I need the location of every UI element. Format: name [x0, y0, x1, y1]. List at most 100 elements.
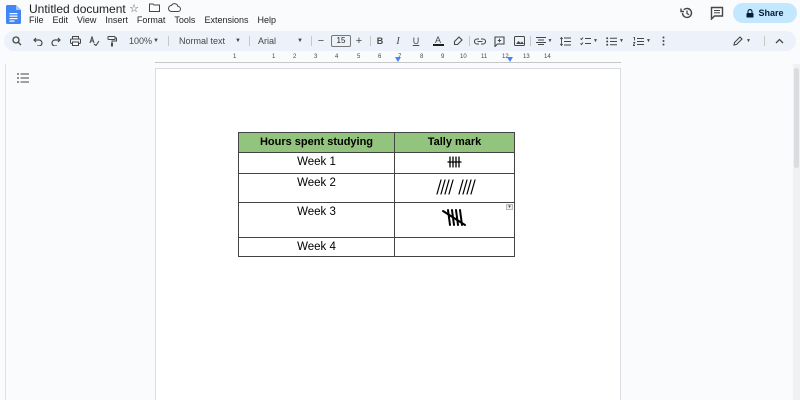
chevron-down-icon: ▼ [593, 38, 598, 44]
bulleted-list-icon [606, 36, 618, 46]
toolbar-divider [530, 36, 531, 46]
menu-help[interactable]: Help [257, 15, 276, 25]
text-color-swatch [433, 44, 444, 46]
table-row: Week 2 [238, 173, 515, 203]
chevron-down-icon: ▼ [153, 38, 159, 44]
font-size-input[interactable]: 15 [331, 35, 351, 47]
undo-icon[interactable] [31, 31, 45, 51]
title-actions: ☆ [127, 2, 181, 16]
ruler-baseline [155, 62, 621, 63]
week-cell[interactable]: Week 1 [238, 152, 395, 174]
align-select[interactable]: ▼ [534, 31, 554, 51]
hide-menus-icon[interactable] [772, 31, 786, 51]
chevron-down-icon: ▼ [619, 38, 624, 44]
pencil-icon [733, 36, 743, 46]
title-bar: Untitled document ☆ File Edit View Inser… [0, 0, 800, 30]
cell-options-icon[interactable]: ▾ [506, 204, 513, 210]
toolbar-divider [249, 36, 250, 46]
tally-cell[interactable] [394, 152, 515, 174]
checklist-select[interactable]: ▼ [578, 31, 600, 51]
table-header-tally[interactable]: Tally mark [394, 132, 515, 153]
chevron-down-icon: ▼ [746, 38, 751, 44]
text-color-button[interactable]: A [431, 31, 445, 51]
print-icon[interactable] [68, 31, 82, 51]
align-center-icon [535, 37, 546, 45]
chevron-down-icon: ▼ [547, 38, 553, 44]
chevron-down-icon: ▼ [646, 38, 651, 44]
vertical-scrollbar[interactable] [793, 64, 800, 400]
chevron-down-icon: ▼ [297, 38, 303, 44]
table-row: Week 1 [238, 152, 515, 174]
menu-tools[interactable]: Tools [174, 15, 195, 25]
menu-format[interactable]: Format [137, 15, 166, 25]
ruler-number: 11 [481, 54, 488, 60]
tally-cell[interactable]: ▾ [394, 202, 515, 238]
more-options-icon[interactable] [658, 31, 668, 51]
horizontal-ruler[interactable]: 1 1 2 3 4 5 6 7 8 9 10 11 12 13 14 [155, 54, 621, 64]
underline-button[interactable]: U [409, 31, 423, 51]
ruler-number: 14 [544, 54, 551, 60]
zoom-select[interactable]: 100% ▼ [125, 31, 163, 51]
tally-cell[interactable] [394, 173, 515, 203]
menu-bar: File Edit View Insert Format Tools Exten… [29, 15, 276, 25]
menu-extensions[interactable]: Extensions [204, 15, 248, 25]
docs-app: Untitled document ☆ File Edit View Inser… [0, 0, 800, 400]
share-button[interactable]: Share [733, 3, 797, 23]
insert-image-icon[interactable] [512, 31, 526, 51]
ruler-number: 2 [293, 54, 297, 60]
decrease-font-size-button[interactable]: − [314, 31, 328, 51]
increase-font-size-button[interactable]: + [352, 31, 366, 51]
insert-link-icon[interactable] [473, 31, 487, 51]
tally-marks-5 [442, 209, 466, 226]
spelling-check-icon[interactable] [87, 31, 101, 51]
table-row: Week 3 ▾ [238, 202, 515, 238]
menu-file[interactable]: File [29, 15, 44, 25]
share-label: Share [758, 8, 784, 18]
tally-table[interactable]: Hours spent studying Tally mark Week 1 W… [238, 132, 515, 257]
star-icon[interactable]: ☆ [127, 2, 141, 16]
italic-button[interactable]: I [391, 31, 405, 51]
ruler-number: 1 [233, 54, 237, 60]
tally-cell[interactable] [394, 237, 515, 257]
vertical-ruler[interactable] [0, 64, 6, 400]
paint-format-icon[interactable] [105, 31, 119, 51]
scrollbar-thumb[interactable] [794, 68, 799, 168]
comments-icon[interactable] [710, 6, 724, 20]
lock-icon [746, 8, 754, 17]
bold-button[interactable]: B [373, 31, 387, 51]
chevron-down-icon: ▼ [235, 38, 241, 44]
week-cell[interactable]: Week 2 [238, 173, 395, 203]
document-outline-icon[interactable] [17, 73, 29, 83]
move-folder-icon[interactable] [147, 2, 161, 16]
docs-logo-icon[interactable] [6, 5, 21, 24]
paragraph-style-select[interactable]: Normal text ▼ [175, 31, 245, 51]
toolbar-divider [311, 36, 312, 46]
zoom-value: 100% [129, 36, 153, 46]
tally-marks-8 [436, 179, 476, 195]
line-spacing-icon[interactable] [558, 31, 572, 51]
ruler-numbers: 1 1 2 3 4 5 6 7 8 9 10 11 12 13 14 [155, 54, 621, 62]
document-title[interactable]: Untitled document [29, 2, 126, 16]
menu-view[interactable]: View [77, 15, 96, 25]
toolbar: 100% ▼ Normal text ▼ Arial ▼ − 15 + B I … [4, 31, 796, 51]
redo-icon[interactable] [49, 31, 63, 51]
table-header-row: Hours spent studying Tally mark [238, 132, 515, 153]
version-history-icon[interactable] [680, 6, 694, 20]
menu-insert[interactable]: Insert [105, 15, 128, 25]
highlight-color-icon[interactable] [451, 31, 465, 51]
ruler-number: 8 [420, 54, 424, 60]
week-cell[interactable]: Week 3 [238, 202, 395, 238]
table-header-hours[interactable]: Hours spent studying [238, 132, 395, 153]
ruler-number: 10 [460, 54, 467, 60]
menu-edit[interactable]: Edit [53, 15, 69, 25]
week-cell[interactable]: Week 4 [238, 237, 395, 257]
bulleted-list-select[interactable]: ▼ [604, 31, 626, 51]
search-menus-icon[interactable] [10, 31, 24, 51]
toolbar-divider [370, 36, 371, 46]
numbered-list-select[interactable]: ▼ [630, 31, 654, 51]
editing-mode-select[interactable]: ▼ [730, 31, 754, 51]
add-comment-icon[interactable] [492, 31, 506, 51]
font-select[interactable]: Arial ▼ [254, 31, 307, 51]
cloud-status-icon[interactable] [167, 2, 181, 16]
document-page[interactable]: Hours spent studying Tally mark Week 1 W… [155, 68, 621, 400]
